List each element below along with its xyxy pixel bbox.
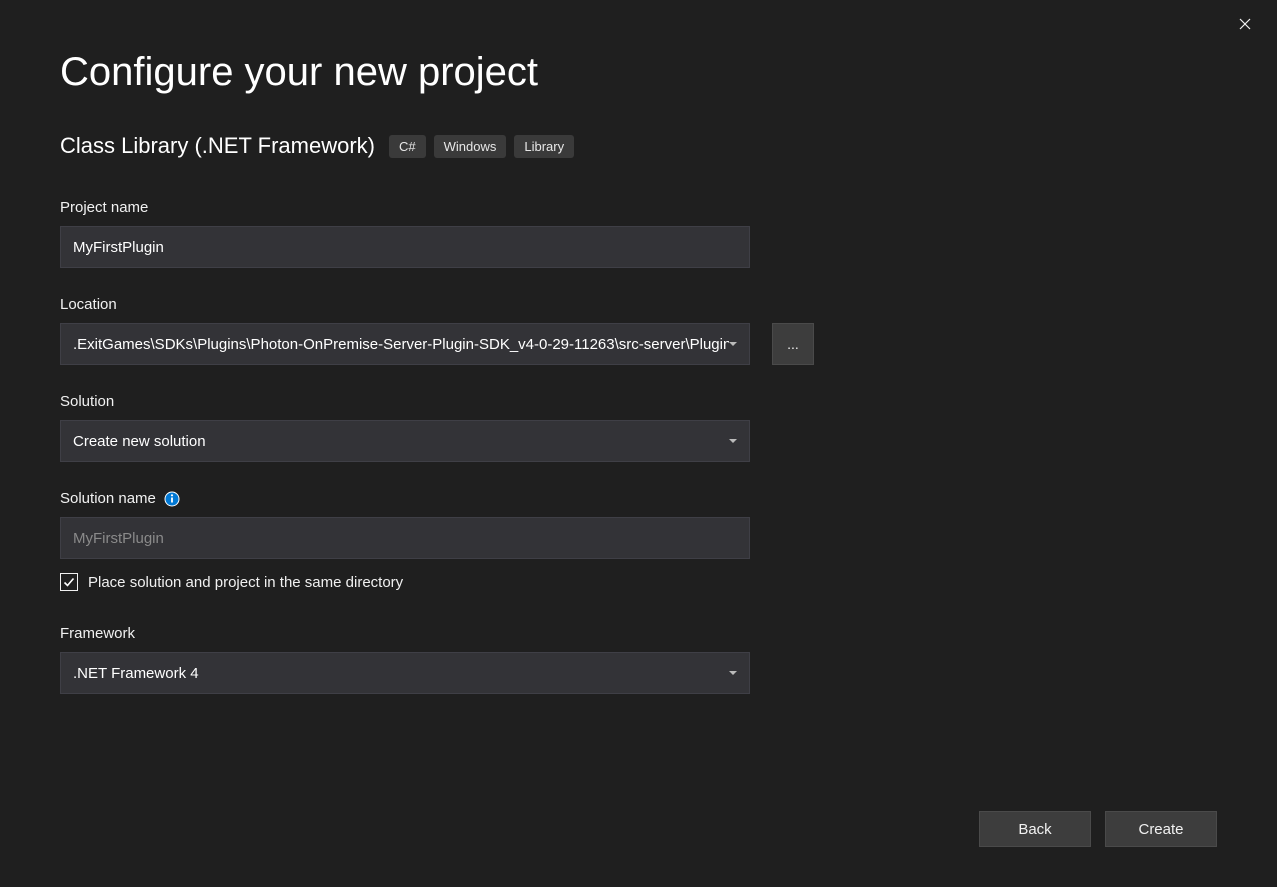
same-directory-checkbox[interactable] (60, 573, 78, 591)
solution-label: Solution (60, 393, 1217, 410)
create-button[interactable]: Create (1105, 811, 1217, 847)
chevron-down-icon (729, 342, 737, 346)
chevron-down-icon (729, 439, 737, 443)
project-name-input[interactable] (60, 226, 750, 268)
project-name-label: Project name (60, 199, 1217, 216)
location-value: .ExitGames\SDKs\Plugins\Photon-OnPremise… (73, 336, 729, 353)
solution-value: Create new solution (73, 433, 206, 450)
framework-label: Framework (60, 625, 1217, 642)
tag-library: Library (514, 135, 574, 158)
page-title: Configure your new project (60, 50, 1217, 95)
tag-windows: Windows (434, 135, 507, 158)
tag-csharp: C# (389, 135, 426, 158)
framework-combo[interactable]: .NET Framework 4 (60, 652, 750, 694)
close-button[interactable] (1231, 10, 1259, 38)
browse-location-button[interactable]: ... (772, 323, 814, 365)
chevron-down-icon (729, 671, 737, 675)
close-icon (1239, 18, 1251, 30)
project-type-label: Class Library (.NET Framework) (60, 133, 375, 159)
location-label: Location (60, 296, 1217, 313)
info-icon[interactable] (164, 491, 180, 507)
same-directory-label: Place solution and project in the same d… (88, 574, 403, 591)
check-icon (63, 576, 75, 588)
solution-combo[interactable]: Create new solution (60, 420, 750, 462)
solution-name-label: Solution name (60, 490, 156, 507)
solution-name-input[interactable] (60, 517, 750, 559)
location-combo[interactable]: .ExitGames\SDKs\Plugins\Photon-OnPremise… (60, 323, 750, 365)
back-button[interactable]: Back (979, 811, 1091, 847)
framework-value: .NET Framework 4 (73, 665, 199, 682)
